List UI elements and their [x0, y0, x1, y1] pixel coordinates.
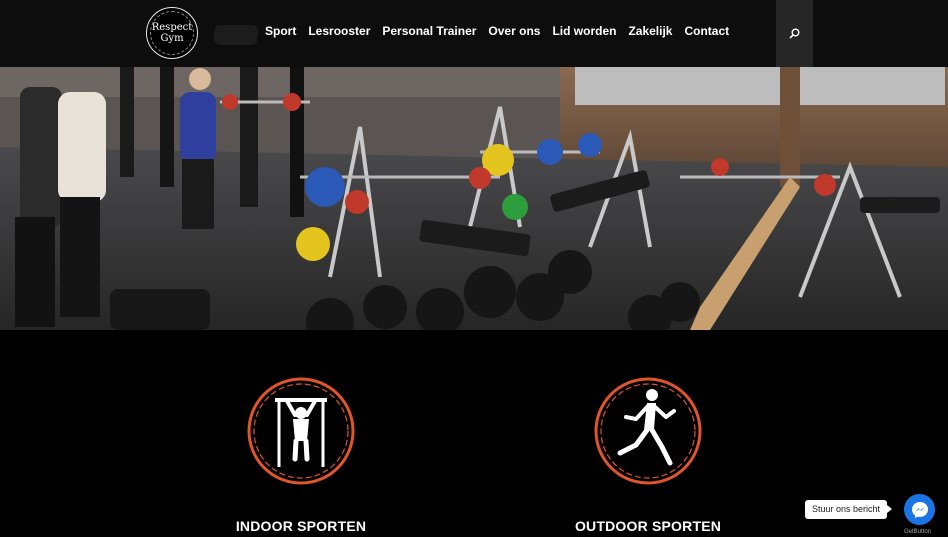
nav-item-personal-trainer[interactable]: Personal Trainer — [382, 24, 476, 38]
search-icon — [789, 28, 800, 39]
nav-item-lesrooster[interactable]: Lesrooster — [308, 24, 370, 38]
outdoor-sport-badge[interactable] — [592, 375, 704, 487]
main-nav: Sport Lesrooster Personal Trainer Over o… — [265, 24, 729, 38]
indoor-sport-title[interactable]: INDOOR SPORTEN — [181, 518, 421, 534]
search-button[interactable] — [776, 0, 813, 67]
getbutton-brand[interactable]: GetButton — [904, 529, 931, 535]
messenger-icon — [911, 501, 928, 518]
indoor-sport-badge[interactable] — [245, 375, 357, 487]
respect-gym-logo[interactable]: Respect Gym — [146, 7, 198, 59]
nav-item-contact[interactable]: Contact — [684, 24, 729, 38]
signature-graphic — [212, 25, 260, 45]
nav-item-lid-worden[interactable]: Lid worden — [552, 24, 616, 38]
hero-image — [0, 67, 948, 330]
outdoor-sport-title[interactable]: OUTDOOR SPORTEN — [528, 518, 768, 534]
nav-item-zakelijk[interactable]: Zakelijk — [628, 24, 672, 38]
messenger-button[interactable] — [904, 494, 935, 525]
pullup-icon — [247, 377, 355, 485]
gym-floor-illustration — [0, 67, 948, 330]
nav-item-over-ons[interactable]: Over ons — [488, 24, 540, 38]
logo-ring — [150, 11, 194, 55]
chat-prompt-bubble[interactable]: Stuur ons bericht — [805, 500, 893, 519]
runner-icon — [594, 377, 702, 485]
nav-item-sport[interactable]: Sport — [265, 24, 296, 38]
site-header: Respect Gym Sport Lesrooster Personal Tr… — [0, 0, 948, 67]
